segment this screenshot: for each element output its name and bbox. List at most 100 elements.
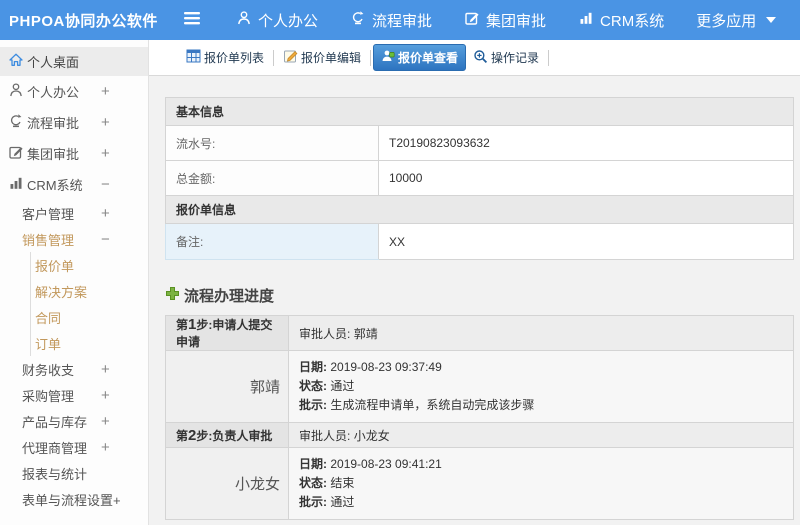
sidebar-item-label: 集团审批: [27, 147, 80, 162]
sidebar-item-process-approval[interactable]: 流程审批 +: [0, 107, 148, 138]
home-icon: [8, 52, 24, 71]
expand-plus-icon[interactable]: +: [101, 361, 110, 378]
edit-icon: [464, 10, 480, 30]
collapse-minus-icon[interactable]: −: [101, 176, 110, 193]
expand-plus-icon[interactable]: +: [101, 145, 110, 162]
app-logo: PHPOA协同办公软件: [9, 12, 158, 30]
sidebar-item-reports[interactable]: 报表与统计: [0, 460, 148, 486]
flow-progress-title-text: 流程办理进度: [184, 288, 275, 305]
sidebar-item-purchase-mgmt[interactable]: 采购管理 +: [0, 382, 148, 408]
tab-quotation-edit[interactable]: 报价单编辑: [276, 45, 368, 70]
nav-label: 流程审批: [372, 12, 433, 30]
expand-plus-icon[interactable]: +: [101, 439, 110, 456]
sidebar-item-product-inventory[interactable]: 产品与库存 +: [0, 408, 148, 434]
approval-status-line: 状态: 通过: [299, 379, 355, 393]
sidebar-item-label: 流程审批: [27, 116, 80, 131]
sidebar-item-label: 解决方案: [35, 284, 88, 300]
collapse-minus-icon[interactable]: −: [101, 231, 110, 248]
approval-date-line: 日期: 2019-08-23 09:37:49: [299, 360, 442, 374]
approval-status-line: 状态: 结束: [299, 476, 355, 490]
app-window: PHPOA协同办公软件 个人办公 流程审批 集团审批 CRM系统 更多应用 个人…: [0, 0, 800, 525]
section-header-row: 报价单信息: [165, 195, 794, 224]
edit-doc-icon: [283, 49, 298, 66]
flow-step-title: 第2步:负责人审批: [165, 422, 289, 448]
section-header-basic-info: 基本信息: [165, 97, 794, 126]
toolbar-separator: [370, 49, 372, 66]
flow-step-header-row: 第2步:负责人审批 审批人员: 小龙女: [165, 422, 794, 448]
tab-label: 报价单查看: [398, 51, 459, 65]
section-header-row: 基本信息: [165, 97, 794, 126]
toolbar-separator: [548, 49, 550, 66]
sidebar-item-crm-system[interactable]: CRM系统 −: [0, 169, 148, 200]
flow-step-title: 第1步:申请人提交申请: [165, 315, 289, 351]
sidebar-item-quotation[interactable]: 报价单: [31, 252, 148, 278]
approval-remark-line: 批示: 生成流程申请单，系统自动完成该步骤: [299, 398, 535, 412]
sidebar-item-group-approval[interactable]: 集团审批 +: [0, 138, 148, 169]
tab-quotation-list[interactable]: 报价单列表: [179, 45, 271, 70]
content-backdrop: 基本信息 流水号: T20190823093632 总金额: 10000 报价单…: [149, 76, 800, 525]
field-label-remark: 备注:: [165, 223, 379, 260]
approver-name: 郭靖: [165, 350, 289, 423]
approval-remark-line: 批示: 通过: [299, 495, 355, 509]
chart-icon: [8, 175, 24, 194]
tab-toolbar: 报价单列表 报价单编辑 报价单查看 操作记录: [149, 40, 800, 76]
sidebar-item-label: 代理商管理: [22, 440, 88, 456]
sidebar-item-desktop[interactable]: 个人桌面: [0, 47, 148, 76]
flow-icon: [8, 113, 24, 132]
caret-down-icon: [766, 17, 777, 23]
nav-label: CRM系统: [600, 12, 665, 30]
flow-icon: [350, 10, 366, 30]
quotation-info-table: 基本信息 流水号: T20190823093632 总金额: 10000 报价单…: [165, 97, 794, 260]
nav-item-group-approval[interactable]: 集团审批: [464, 10, 546, 31]
sidebar-item-form-process-settings[interactable]: 表单与流程设置+: [0, 486, 148, 512]
sidebar: 个人桌面 个人办公 + 流程审批 + 集团审批 + CRM系统 − 客户管理 +…: [0, 40, 149, 525]
sales-submenu: 报价单 解决方案 合同 订单: [30, 252, 148, 356]
sidebar-item-label: 客户管理: [22, 206, 75, 222]
sidebar-item-sales-mgmt[interactable]: 销售管理 −: [0, 226, 148, 252]
field-value-remark: XX: [378, 223, 794, 260]
sidebar-item-contract[interactable]: 合同: [31, 304, 148, 330]
main-area: 报价单列表 报价单编辑 报价单查看 操作记录 基本信息 流水号: T201908…: [149, 40, 800, 525]
tab-quotation-view[interactable]: 报价单查看: [373, 44, 467, 71]
flow-step-header-row: 第1步:申请人提交申请 审批人员: 郭靖: [165, 315, 794, 351]
table-icon: [186, 49, 201, 66]
expand-plus-icon[interactable]: +: [101, 413, 110, 430]
sidebar-item-solution[interactable]: 解决方案: [31, 278, 148, 304]
sidebar-item-label: 合同: [35, 310, 62, 326]
hamburger-menu-icon[interactable]: [182, 11, 202, 30]
sidebar-item-finance[interactable]: 财务收支 +: [0, 356, 148, 382]
table-row: 总金额: 10000: [165, 160, 794, 196]
expand-plus-icon[interactable]: +: [101, 83, 110, 100]
nav-item-process-approval[interactable]: 流程审批: [350, 10, 432, 31]
flow-step-detail-row: 小龙女 日期: 2019-08-23 09:41:21 状态: 结束 批示: 通…: [165, 447, 794, 520]
field-value-total: 10000: [378, 160, 794, 196]
sidebar-item-label: 个人办公: [27, 85, 80, 100]
approval-detail: 日期: 2019-08-23 09:37:49 状态: 通过 批示: 生成流程申…: [288, 350, 794, 423]
sidebar-item-label: 采购管理: [22, 388, 75, 404]
sidebar-item-label: 销售管理: [22, 232, 75, 248]
section-header-quotation-info: 报价单信息: [165, 195, 794, 224]
table-row: 备注: XX: [165, 223, 794, 260]
nav-item-crm-system[interactable]: CRM系统: [578, 10, 664, 31]
person-view-icon: [381, 49, 395, 66]
expand-plus-icon[interactable]: +: [101, 387, 110, 404]
nav-item-more-apps[interactable]: 更多应用: [696, 10, 777, 31]
flow-step-detail-row: 郭靖 日期: 2019-08-23 09:37:49 状态: 通过 批示: 生成…: [165, 350, 794, 423]
nav-item-personal-office[interactable]: 个人办公: [236, 10, 318, 31]
edit-icon: [8, 144, 24, 163]
sidebar-item-customer-mgmt[interactable]: 客户管理 +: [0, 200, 148, 226]
user-icon: [236, 10, 252, 30]
approval-date-line: 日期: 2019-08-23 09:41:21: [299, 457, 442, 471]
sidebar-item-agent-mgmt[interactable]: 代理商管理 +: [0, 434, 148, 460]
zoom-plus-icon: [473, 49, 488, 67]
tab-label: 报价单编辑: [301, 51, 362, 65]
tab-operation-log[interactable]: 操作记录: [466, 45, 546, 71]
expand-plus-icon[interactable]: +: [101, 114, 110, 131]
nav-label: 更多应用: [696, 12, 757, 30]
tab-label: 报价单列表: [204, 51, 265, 65]
sidebar-item-order[interactable]: 订单: [31, 330, 148, 356]
table-row: 流水号: T20190823093632: [165, 125, 794, 161]
expand-plus-icon[interactable]: +: [101, 205, 110, 222]
sidebar-item-personal-office[interactable]: 个人办公 +: [0, 76, 148, 107]
flow-progress-table: 第1步:申请人提交申请 审批人员: 郭靖 郭靖 日期: 2019-08-23 0…: [165, 315, 794, 520]
